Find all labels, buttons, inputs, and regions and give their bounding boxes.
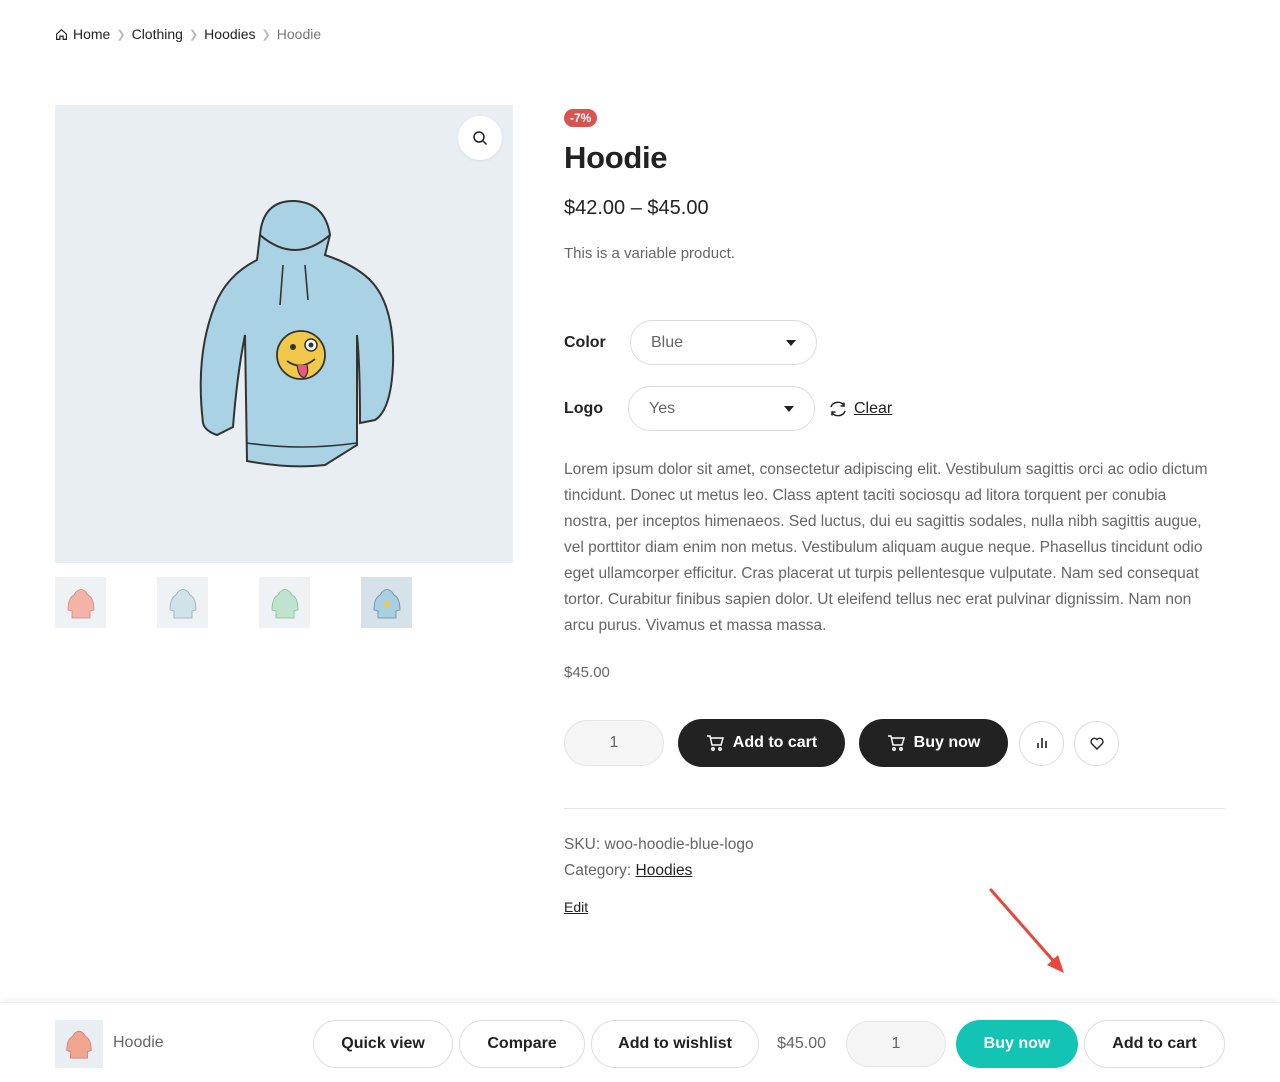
clear-variations-link[interactable]: Clear — [829, 400, 892, 418]
long-description: Lorem ipsum dolor sit amet, consectetur … — [564, 461, 1208, 634]
color-select[interactable]: Blue — [630, 320, 817, 365]
logo-label: Logo — [564, 399, 604, 417]
sticky-buy-now-button[interactable]: Buy now — [956, 1020, 1078, 1068]
annotation-arrow-icon — [989, 888, 1064, 973]
product-title: Hoodie — [564, 140, 668, 175]
breadcrumb-separator: ❯ — [261, 28, 271, 41]
hoodie-thumb-icon — [67, 588, 94, 618]
chevron-down-icon — [786, 339, 796, 346]
hoodie-thumb-icon — [373, 588, 400, 618]
cart-icon — [706, 735, 724, 751]
variation-logo-row: Logo Yes Clear — [564, 386, 892, 431]
sticky-price: $45.00 — [777, 1035, 826, 1052]
divider — [564, 808, 1225, 809]
product-summary: -7% Hoodie $42.00 – $45.00 This is a var… — [564, 109, 1225, 262]
thumbnail-green-hoodie[interactable] — [259, 577, 310, 628]
thumbnail-blue-logo-hoodie[interactable] — [361, 577, 412, 628]
logo-select-value: Yes — [649, 399, 676, 417]
variation-color-row: Color Blue — [564, 320, 817, 365]
sku-row: SKU: woo-hoodie-blue-logo — [564, 832, 754, 858]
thumbnail-list — [55, 577, 412, 628]
add-to-wishlist-button[interactable]: Add to wishlist — [591, 1020, 760, 1068]
breadcrumb-home[interactable]: Home — [73, 26, 110, 42]
price-range: $42.00 – $45.00 — [564, 197, 709, 219]
breadcrumb: Home ❯ Clothing ❯ Hoodies ❯ Hoodie — [55, 26, 321, 42]
buy-now-button[interactable]: Buy now — [859, 719, 1008, 767]
product-meta: SKU: woo-hoodie-blue-logo Category: Hood… — [564, 832, 754, 884]
hoodie-illustration — [199, 199, 395, 468]
add-to-cart-label: Add to cart — [732, 734, 818, 751]
heart-icon — [1089, 737, 1104, 750]
breadcrumb-current: Hoodie — [276, 26, 322, 42]
sale-badge: -7% — [564, 109, 598, 127]
sticky-compare-button[interactable]: Compare — [459, 1020, 586, 1068]
short-description: This is a variable product. — [564, 245, 735, 262]
product-main-image[interactable] — [55, 105, 513, 563]
add-to-cart-button[interactable]: Add to cart — [678, 719, 845, 767]
category-label: Category: — [564, 862, 632, 879]
sticky-quantity-input[interactable]: 1 — [846, 1021, 946, 1067]
category-link[interactable]: Hoodies — [636, 862, 693, 879]
logo-select[interactable]: Yes — [628, 386, 815, 431]
cart-icon — [887, 735, 905, 751]
hoodie-thumb-icon — [169, 588, 196, 618]
sticky-actions: Quick view Compare Add to wishlist $45.0… — [313, 1020, 1225, 1068]
breadcrumb-clothing[interactable]: Clothing — [132, 26, 183, 42]
zoom-button[interactable] — [458, 116, 502, 160]
breadcrumb-separator: ❯ — [188, 28, 199, 41]
sticky-add-to-cart-button[interactable]: Add to cart — [1084, 1020, 1225, 1068]
search-icon — [473, 131, 488, 146]
breadcrumb-separator: ❯ — [116, 28, 126, 41]
thumbnail-light-blue-hoodie[interactable] — [157, 577, 208, 628]
compare-button[interactable] — [1019, 720, 1064, 766]
buy-now-label: Buy now — [913, 734, 981, 751]
hoodie-thumb-icon — [66, 1030, 92, 1059]
category-row: Category: Hoodies — [564, 858, 754, 884]
thumbnail-pink-hoodie[interactable] — [55, 577, 106, 628]
sticky-product-name: Hoodie — [113, 1034, 164, 1051]
color-select-value: Blue — [651, 333, 684, 351]
quick-view-button[interactable]: Quick view — [313, 1020, 454, 1068]
add-to-cart-form: 1 Add to cart Buy now — [564, 719, 1119, 767]
clear-label: Clear — [854, 399, 893, 417]
chevron-down-icon — [784, 405, 794, 412]
hoodie-thumb-icon — [271, 588, 298, 618]
bar-chart-icon — [1036, 738, 1047, 748]
breadcrumb-hoodies[interactable]: Hoodies — [204, 26, 255, 42]
home-icon — [56, 28, 67, 40]
quantity-input[interactable]: 1 — [564, 720, 664, 766]
variation-price: $45.00 — [564, 664, 610, 681]
edit-link[interactable]: Edit — [564, 899, 588, 915]
sku-value: woo-hoodie-blue-logo — [604, 836, 754, 853]
wishlist-button[interactable] — [1074, 720, 1119, 766]
color-label: Color — [564, 333, 606, 351]
refresh-icon — [830, 401, 846, 416]
sticky-product-thumbnail — [55, 1020, 103, 1068]
sku-label: SKU: — [564, 836, 601, 853]
sticky-add-to-cart-bar: Hoodie Quick view Compare Add to wishlis… — [0, 1002, 1280, 1082]
